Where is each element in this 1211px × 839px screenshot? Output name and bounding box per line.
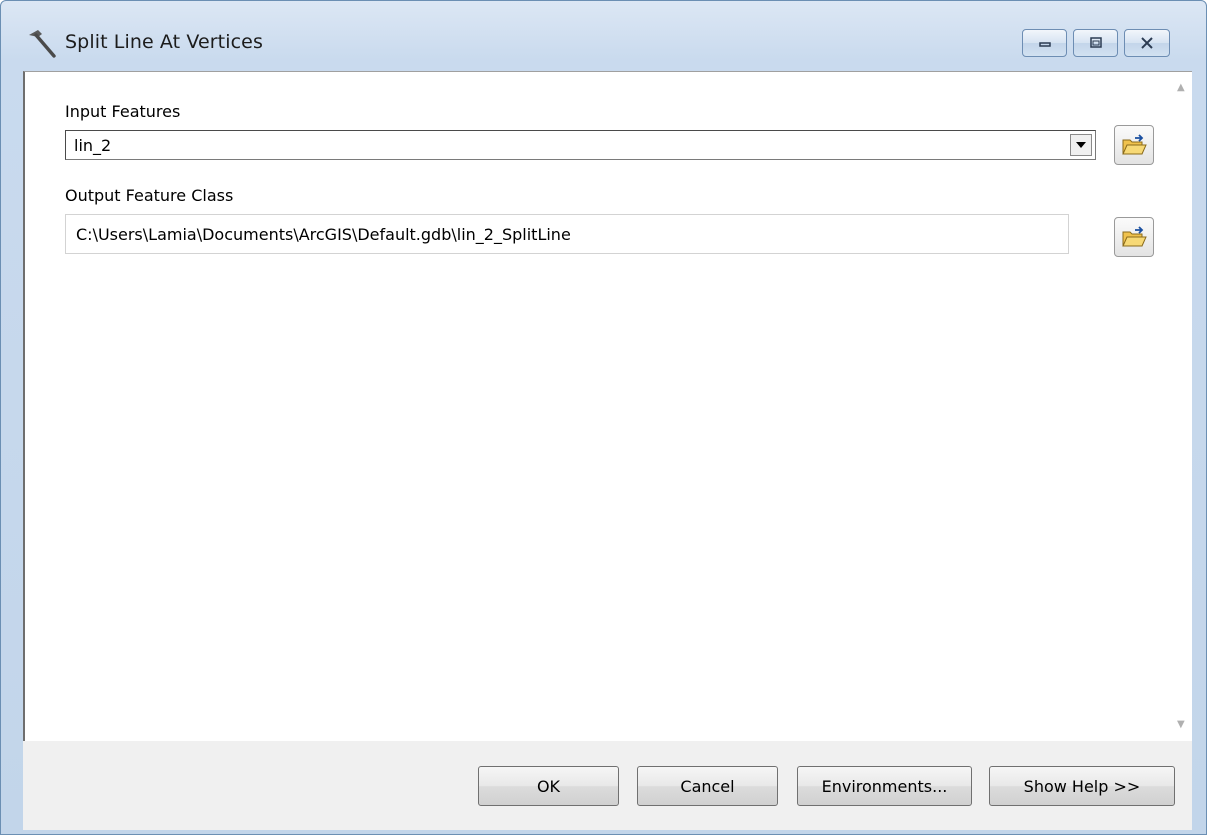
title-bar[interactable]: Split Line At Vertices <box>1 1 1206 71</box>
maximize-icon <box>1089 37 1102 48</box>
hammer-icon <box>29 30 56 58</box>
open-folder-icon <box>1122 226 1147 247</box>
vertical-scrollbar[interactable]: ▲ ▼ <box>1172 72 1192 740</box>
show-help-button[interactable]: Show Help >> <box>989 766 1175 806</box>
input-features-combobox[interactable]: lin_2 <box>65 130 1096 160</box>
minimize-icon <box>1038 42 1051 47</box>
dialog-client-area: Input Features lin_2 Output Feature Clas… <box>23 71 1192 830</box>
scroll-down-arrow-icon[interactable]: ▼ <box>1177 719 1185 730</box>
maximize-button[interactable] <box>1073 29 1118 57</box>
close-button[interactable] <box>1124 29 1170 57</box>
environments-button[interactable]: Environments... <box>797 766 972 806</box>
output-feature-class-value: C:\Users\Lamia\Documents\ArcGIS\Default.… <box>76 225 571 244</box>
input-features-browse-button[interactable] <box>1114 125 1154 165</box>
parameters-panel: Input Features lin_2 Output Feature Clas… <box>23 71 1192 741</box>
ok-button[interactable]: OK <box>478 766 619 806</box>
output-feature-class-label: Output Feature Class <box>65 186 234 205</box>
input-features-label: Input Features <box>65 102 181 121</box>
window-title: Split Line At Vertices <box>65 31 263 53</box>
minimize-button[interactable] <box>1022 29 1067 57</box>
input-features-value: lin_2 <box>74 136 112 155</box>
open-folder-icon <box>1122 134 1147 155</box>
output-feature-class-browse-button[interactable] <box>1114 217 1154 257</box>
input-features-dropdown-button[interactable] <box>1070 134 1092 156</box>
chevron-down-icon <box>1076 142 1086 148</box>
scroll-up-arrow-icon[interactable]: ▲ <box>1177 82 1185 93</box>
cancel-button[interactable]: Cancel <box>637 766 778 806</box>
close-icon <box>1141 37 1153 49</box>
output-feature-class-input[interactable]: C:\Users\Lamia\Documents\ArcGIS\Default.… <box>65 214 1069 254</box>
tool-dialog-window: Split Line At Vertices Input Features li… <box>0 0 1207 835</box>
